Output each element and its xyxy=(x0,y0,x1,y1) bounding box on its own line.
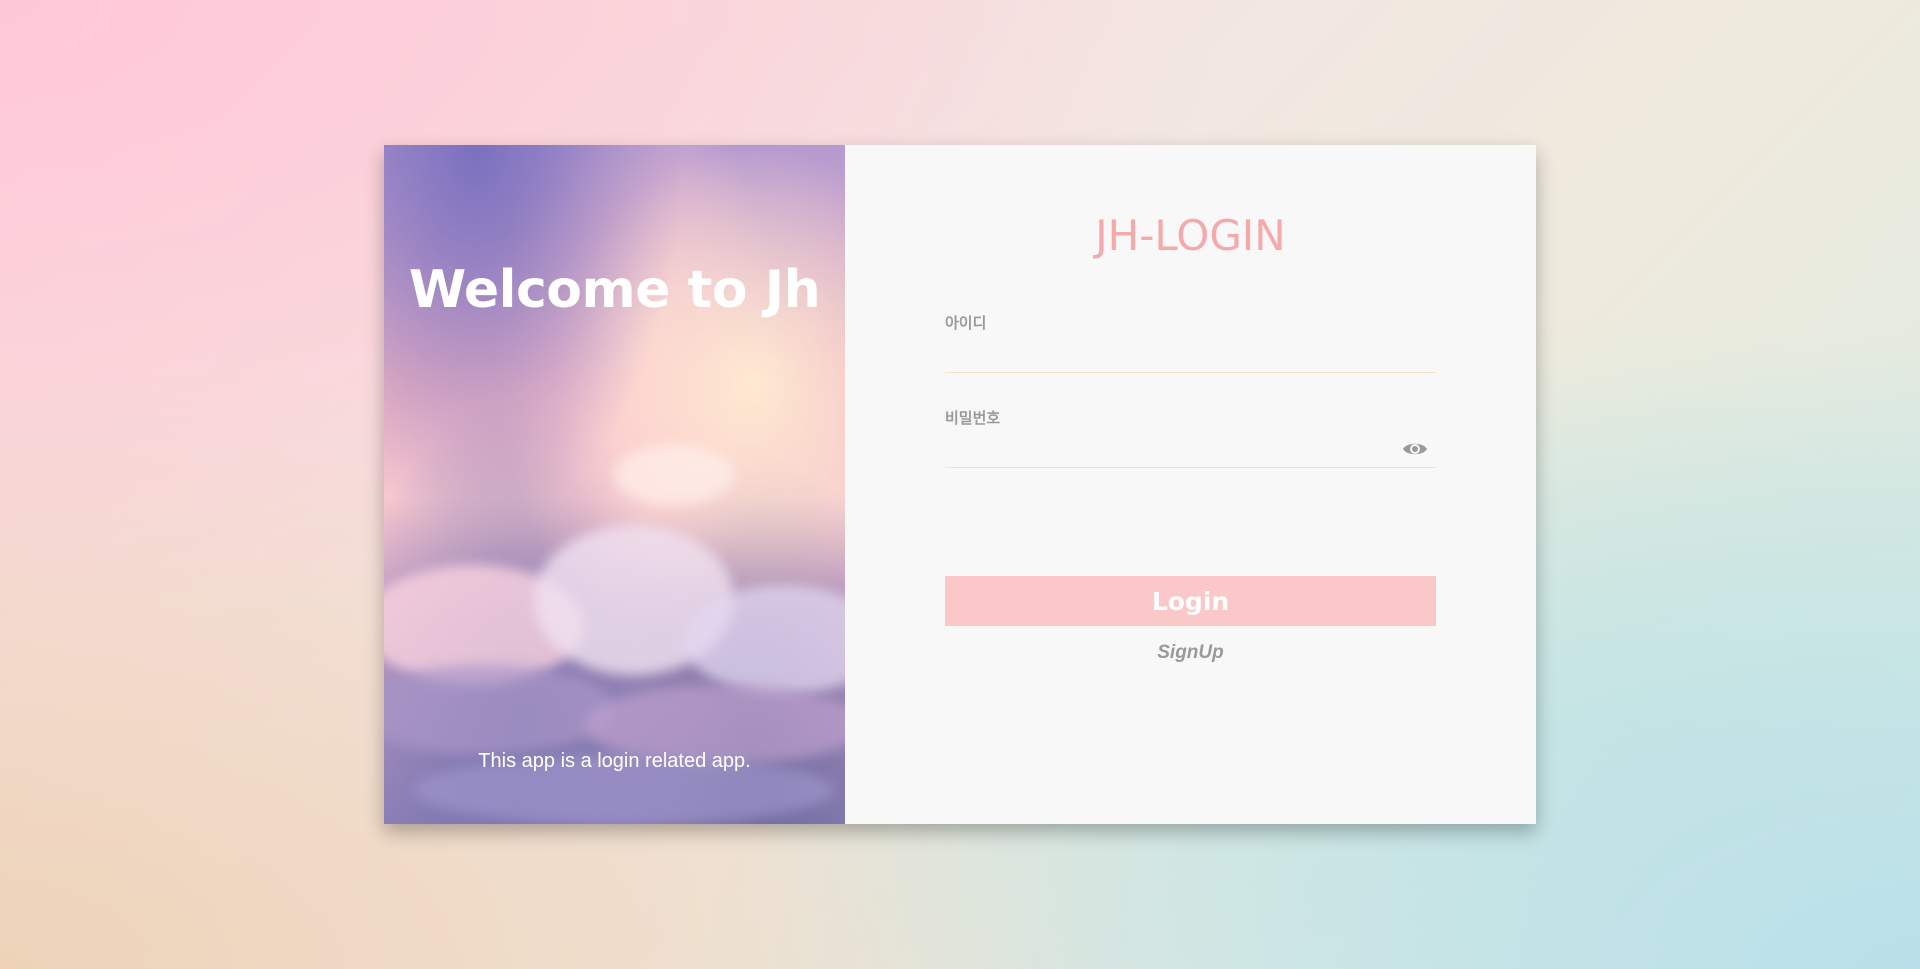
cloud-shape xyxy=(384,665,614,755)
cloud-shape xyxy=(614,445,734,505)
welcome-title: Welcome to Jh xyxy=(408,260,821,320)
app-description: This app is a login related app. xyxy=(478,750,751,772)
id-label: 아이디 xyxy=(945,315,987,332)
brand-title: JH-LOGIN xyxy=(1095,211,1286,260)
signup-link[interactable]: SignUp xyxy=(845,642,1536,664)
login-card: Welcome to Jh This app is a login relate… xyxy=(384,145,1536,824)
id-input[interactable] xyxy=(945,333,1436,373)
id-field-group: 아이디 xyxy=(945,312,1436,373)
eye-icon[interactable] xyxy=(1402,440,1428,458)
password-label: 비밀번호 xyxy=(945,410,1001,427)
login-button[interactable]: Login xyxy=(945,576,1436,626)
login-form: JH-LOGIN 아이디 비밀번호 Login SignUp xyxy=(845,145,1536,824)
hero-panel: Welcome to Jh This app is a login relate… xyxy=(384,145,845,824)
password-input[interactable] xyxy=(945,428,1436,468)
password-field-group: 비밀번호 xyxy=(945,407,1436,468)
